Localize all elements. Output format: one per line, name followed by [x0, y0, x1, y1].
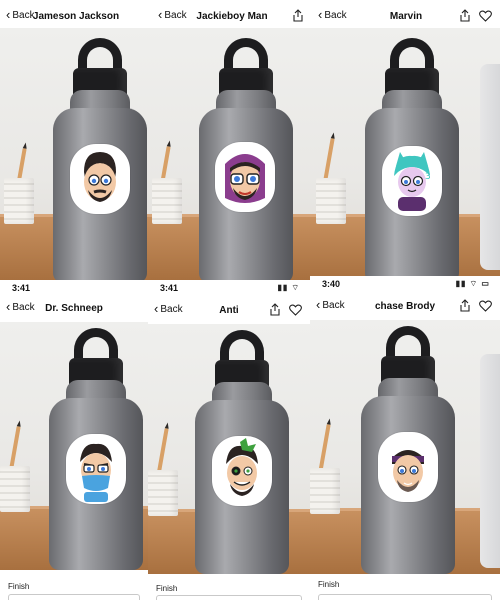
product-panel-3: ‹ Back Marvin 3	[312, 0, 500, 280]
back-label: Back	[164, 10, 187, 21]
signal-icon: ▮▮ ⌔	[277, 283, 300, 292]
product-photo	[148, 324, 310, 574]
character-sticker	[212, 436, 272, 506]
status-bar: 3:41	[0, 280, 148, 296]
back-label: Back	[322, 300, 345, 311]
product-photo	[0, 28, 152, 280]
nav-actions	[459, 299, 492, 312]
svg-text:3: 3	[425, 172, 431, 182]
nav-bar: ‹ Back Dr. Schneep	[0, 298, 148, 320]
product-panel-2: ‹ Back Jackieboy Man	[152, 0, 312, 280]
product-photo: 3	[312, 28, 500, 280]
product-panel-6: 3:40 ▮▮ ⌔ ▭ ‹ Back chase Brody Finish	[310, 276, 500, 600]
finish-selector[interactable]	[156, 595, 302, 600]
second-bottle-edge	[480, 354, 500, 568]
back-label: Back	[160, 304, 183, 315]
back-label: Back	[12, 10, 35, 21]
finish-label: Finish	[318, 580, 340, 589]
product-photo	[152, 28, 312, 280]
finish-selector[interactable]	[8, 594, 140, 600]
share-icon[interactable]	[459, 9, 471, 22]
second-bottle-edge	[480, 64, 500, 270]
back-button[interactable]: ‹ Back	[6, 6, 35, 22]
finish-label: Finish	[156, 584, 178, 593]
back-button[interactable]: ‹ Back	[316, 296, 345, 312]
pencil-cup	[316, 178, 346, 224]
back-button[interactable]: ‹ Back	[6, 298, 35, 314]
battery-icon: ▮▮ ⌔ ▭	[455, 279, 490, 288]
chevron-left-icon: ‹	[6, 298, 11, 314]
nav-actions	[269, 303, 302, 316]
back-label: Back	[12, 302, 35, 313]
heart-icon[interactable]	[289, 304, 302, 316]
pencil-cup	[148, 470, 178, 516]
product-panel-5: 3:41 ▮▮ ⌔ ‹ Back Anti Finish	[148, 280, 310, 600]
heart-icon[interactable]	[479, 10, 492, 22]
product-panel-4: 3:41 ‹ Back Dr. Schneep Finish	[0, 280, 148, 600]
chevron-left-icon: ‹	[316, 296, 321, 312]
status-bar: 3:40 ▮▮ ⌔ ▭	[310, 276, 500, 292]
pencil-cup	[310, 468, 340, 514]
pencil-cup	[4, 178, 34, 224]
finish-label: Finish	[8, 582, 30, 591]
back-button[interactable]: ‹ Back	[158, 6, 187, 22]
character-sticker	[215, 142, 275, 212]
chevron-left-icon: ‹	[154, 300, 159, 316]
nav-bar: ‹ Back Marvin	[312, 6, 500, 28]
share-icon[interactable]	[292, 9, 304, 22]
nav-actions	[459, 9, 492, 22]
product-panel-1: ‹ Back Jameson Jackson	[0, 0, 152, 280]
pencil-cup	[0, 466, 30, 512]
heart-icon[interactable]	[479, 300, 492, 312]
product-photo	[0, 322, 148, 570]
character-sticker: 3	[382, 146, 442, 216]
status-time: 3:40	[322, 279, 341, 289]
character-sticker	[70, 144, 130, 214]
status-time: 3:41	[160, 283, 179, 293]
chevron-left-icon: ‹	[158, 6, 163, 22]
pencil-cup	[152, 178, 182, 224]
share-icon[interactable]	[459, 299, 471, 312]
finish-selector[interactable]	[318, 594, 492, 600]
share-icon[interactable]	[269, 303, 281, 316]
nav-actions	[292, 9, 304, 22]
nav-bar: ‹ Back chase Brody	[310, 296, 500, 318]
status-time: 3:41	[12, 283, 31, 293]
product-photo	[310, 320, 500, 574]
character-sticker	[378, 432, 438, 502]
back-button[interactable]: ‹ Back	[154, 300, 183, 316]
status-bar: 3:41 ▮▮ ⌔	[148, 280, 310, 296]
chevron-left-icon: ‹	[318, 6, 323, 22]
back-button[interactable]: ‹ Back	[318, 6, 347, 22]
nav-bar: ‹ Back Jameson Jackson	[0, 6, 152, 28]
back-label: Back	[324, 10, 347, 21]
nav-bar: ‹ Back Jackieboy Man	[152, 6, 312, 28]
nav-bar: ‹ Back Anti	[148, 300, 310, 322]
chevron-left-icon: ‹	[6, 6, 11, 22]
character-sticker	[66, 434, 126, 504]
